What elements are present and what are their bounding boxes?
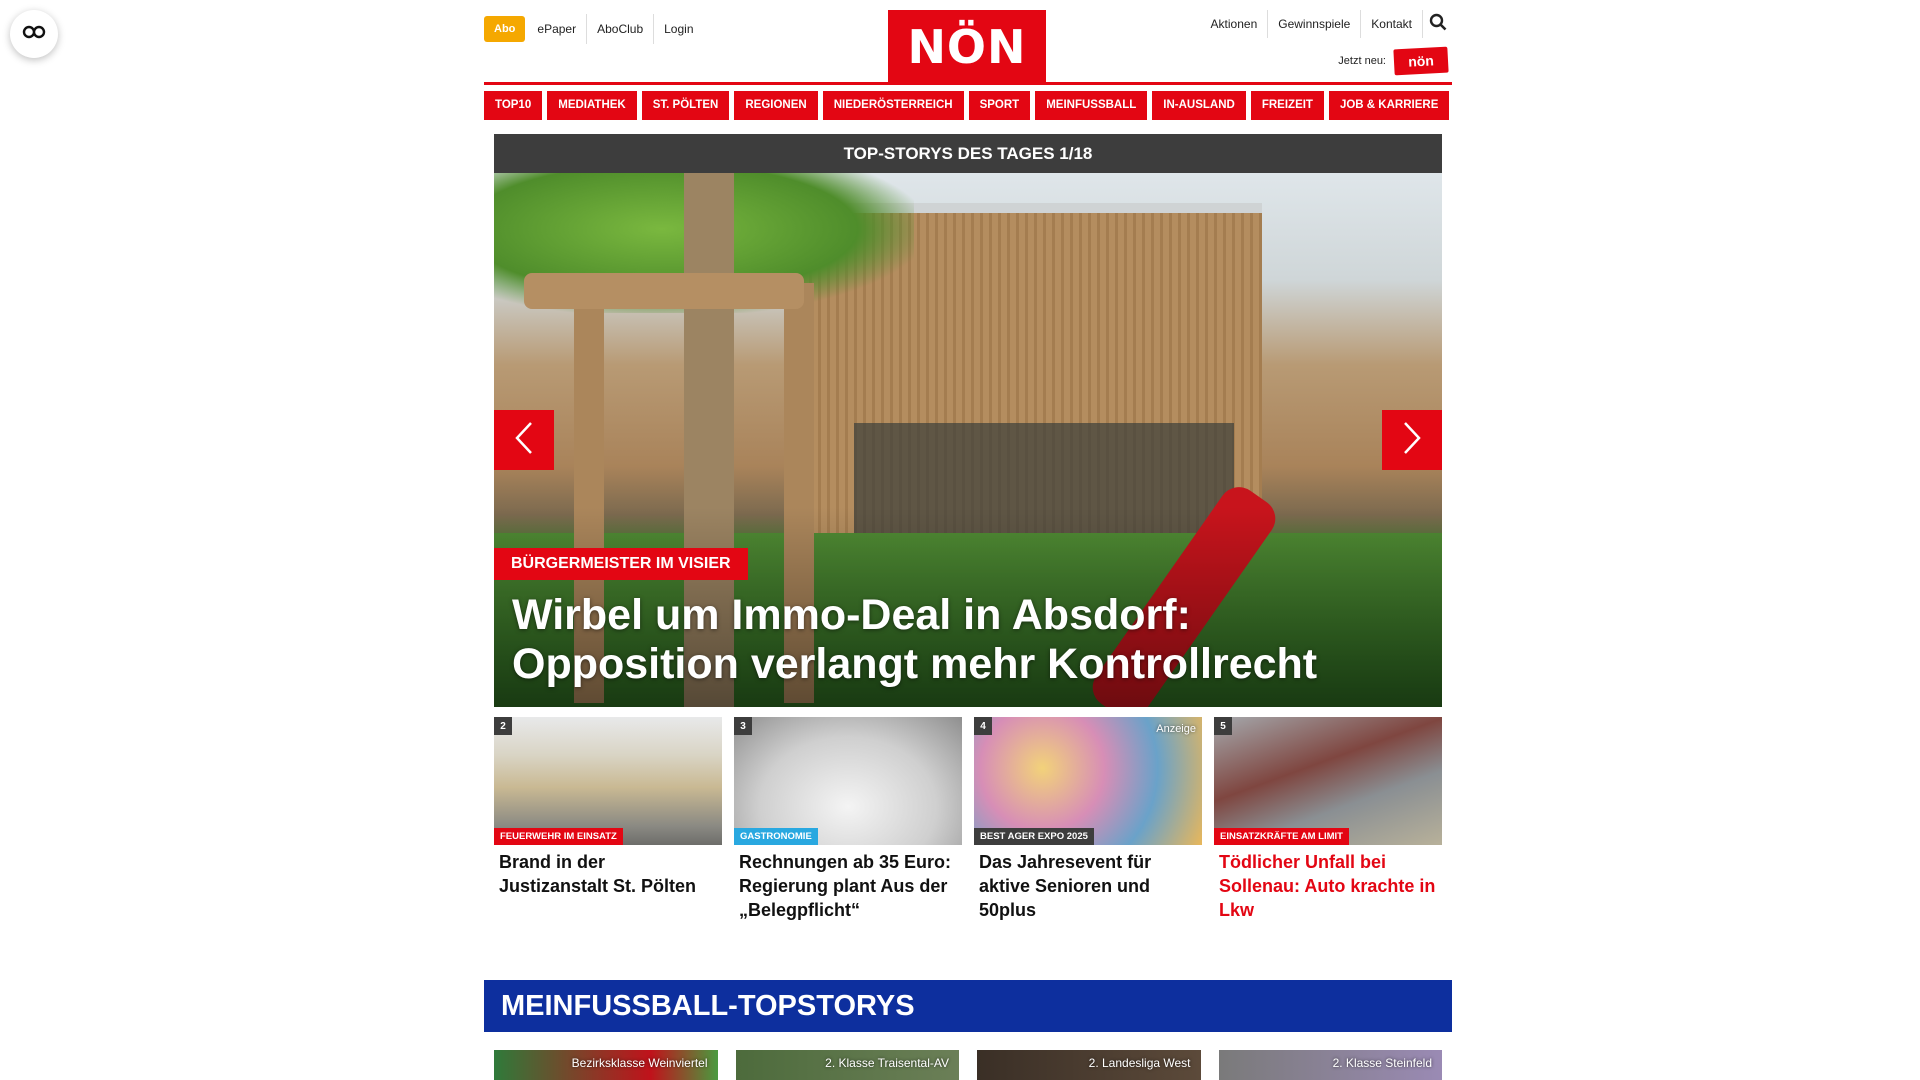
- teaser-card[interactable]: 4 Anzeige BEST AGER EXPO 2025 Das Jahres…: [974, 717, 1202, 922]
- right-links: Aktionen Gewinnspiele Kontakt: [1201, 10, 1452, 38]
- nav-item-freizeit[interactable]: FREIZEIT: [1250, 91, 1324, 120]
- abo-button[interactable]: Abo: [484, 16, 526, 42]
- search-button[interactable]: [1422, 10, 1452, 38]
- teaser-card[interactable]: 3 GASTRONOMIE Rechnungen ab 35 Euro: Reg…: [734, 717, 962, 922]
- site-logo[interactable]: NÖN: [888, 10, 1046, 84]
- teaser-number: 4: [974, 717, 992, 735]
- carousel-next-button[interactable]: [1382, 410, 1442, 470]
- teaser-kicker: GASTRONOMIE: [734, 828, 818, 845]
- aktionen-link[interactable]: Aktionen: [1201, 10, 1268, 38]
- teaser-card[interactable]: 5 EINSATZKRÄFTE AM LIMIT Tödlicher Unfal…: [1214, 717, 1442, 922]
- glasses-icon: [21, 25, 47, 44]
- teaser-number: 2: [494, 717, 512, 735]
- teaser-image: 4 Anzeige BEST AGER EXPO 2025: [974, 717, 1202, 845]
- kontakt-link[interactable]: Kontakt: [1360, 10, 1422, 38]
- nav-item-st-poelten[interactable]: ST. PÖLTEN: [641, 91, 730, 120]
- teaser-image: 3 GASTRONOMIE: [734, 717, 962, 845]
- jetzt-neu-label: Jetzt neu:: [1338, 55, 1386, 67]
- teaser-image: 5 EINSATZKRÄFTE AM LIMIT: [1214, 717, 1442, 845]
- nav-item-in-ausland[interactable]: IN-AUSLAND: [1152, 91, 1246, 120]
- kleine-noen-logo[interactable]: nön: [1393, 46, 1449, 76]
- jetzt-neu: Jetzt neu: nön: [1338, 46, 1449, 76]
- fussball-teaser[interactable]: Bezirksklasse Weinviertel: [494, 1050, 718, 1080]
- page-container: Abo ePaper AboClub Login NÖN Aktionen Ge…: [484, 0, 1452, 1080]
- search-icon: [1429, 13, 1447, 36]
- accessibility-toggle-button[interactable]: [10, 10, 58, 58]
- top-links: Abo ePaper AboClub Login: [484, 14, 704, 44]
- fussball-league-label: 2. Klasse Traisental-AV: [825, 1056, 949, 1070]
- nav-item-meinfussball[interactable]: MEINFUSSBALL: [1035, 91, 1148, 120]
- teaser-kicker: BEST AGER EXPO 2025: [974, 828, 1094, 845]
- teaser-number: 5: [1214, 717, 1232, 735]
- teaser-kicker: EINSATZKRÄFTE AM LIMIT: [1214, 828, 1349, 845]
- fussball-league-label: 2. Landesliga West: [1088, 1056, 1191, 1070]
- teaser-title[interactable]: Das Jahresevent für aktive Senioren und …: [974, 845, 1202, 922]
- nav-item-mediathek[interactable]: MEDIATHEK: [547, 91, 637, 120]
- fussball-teaser[interactable]: 2. Landesliga West: [977, 1050, 1201, 1080]
- teaser-title[interactable]: Rechnungen ab 35 Euro: Regierung plant A…: [734, 845, 962, 922]
- hero-image-beam: [524, 273, 804, 309]
- teaser-title[interactable]: Brand in der Justizanstalt St. Pölten: [494, 845, 722, 898]
- chevron-right-icon: [1402, 421, 1422, 460]
- header-divider: [484, 82, 1452, 85]
- carousel-prev-button[interactable]: [494, 410, 554, 470]
- chevron-left-icon: [514, 421, 534, 460]
- fussball-league-label: Bezirksklasse Weinviertel: [571, 1056, 708, 1070]
- nav-item-niederoesterreich[interactable]: NIEDERÖSTERREICH: [822, 91, 964, 120]
- nav-item-regionen[interactable]: REGIONEN: [734, 91, 818, 120]
- site-header: Abo ePaper AboClub Login NÖN Aktionen Ge…: [484, 0, 1452, 85]
- fussball-league-label: 2. Klasse Steinfeld: [1332, 1056, 1432, 1070]
- nav-item-top10[interactable]: TOP10: [484, 91, 543, 120]
- ad-label: Anzeige: [1156, 723, 1196, 735]
- teaser-image: 2 FEUERWEHR IM EINSATZ: [494, 717, 722, 845]
- main-nav: TOP10 MEDIATHEK ST. PÖLTEN REGIONEN NIED…: [484, 91, 1452, 120]
- teaser-title[interactable]: Tödlicher Unfall bei Sollenau: Auto krac…: [1214, 845, 1442, 922]
- hero-story[interactable]: BÜRGERMEISTER IM VISIER Wirbel um Immo-D…: [494, 173, 1442, 707]
- teaser-kicker: FEUERWEHR IM EINSATZ: [494, 828, 623, 845]
- login-link[interactable]: Login: [653, 14, 703, 44]
- aboclub-link[interactable]: AboClub: [586, 14, 653, 44]
- nav-item-sport[interactable]: SPORT: [968, 91, 1031, 120]
- meinfussball-header[interactable]: MEINFUSSBALL-TOPSTORYS: [484, 980, 1452, 1032]
- story-teasers: 2 FEUERWEHR IM EINSATZ Brand in der Just…: [494, 717, 1442, 922]
- hero-title[interactable]: Wirbel um Immo-Deal in Absdorf: Oppositi…: [512, 591, 1412, 689]
- epaper-link[interactable]: ePaper: [527, 14, 586, 44]
- fussball-teaser[interactable]: 2. Klasse Traisental-AV: [735, 1050, 959, 1080]
- teaser-card[interactable]: 2 FEUERWEHR IM EINSATZ Brand in der Just…: [494, 717, 722, 922]
- nav-item-job-karriere[interactable]: JOB & KARRIERE: [1328, 91, 1450, 120]
- fussball-teasers: Bezirksklasse Weinviertel 2. Klasse Trai…: [494, 1050, 1442, 1080]
- top-stories-header: TOP-STORYS DES TAGES 1/18: [494, 134, 1442, 173]
- gewinnspiele-link[interactable]: Gewinnspiele: [1267, 10, 1360, 38]
- hero-kicker: BÜRGERMEISTER IM VISIER: [494, 548, 748, 580]
- fussball-teaser[interactable]: 2. Klasse Steinfeld: [1218, 1050, 1442, 1080]
- teaser-number: 3: [734, 717, 752, 735]
